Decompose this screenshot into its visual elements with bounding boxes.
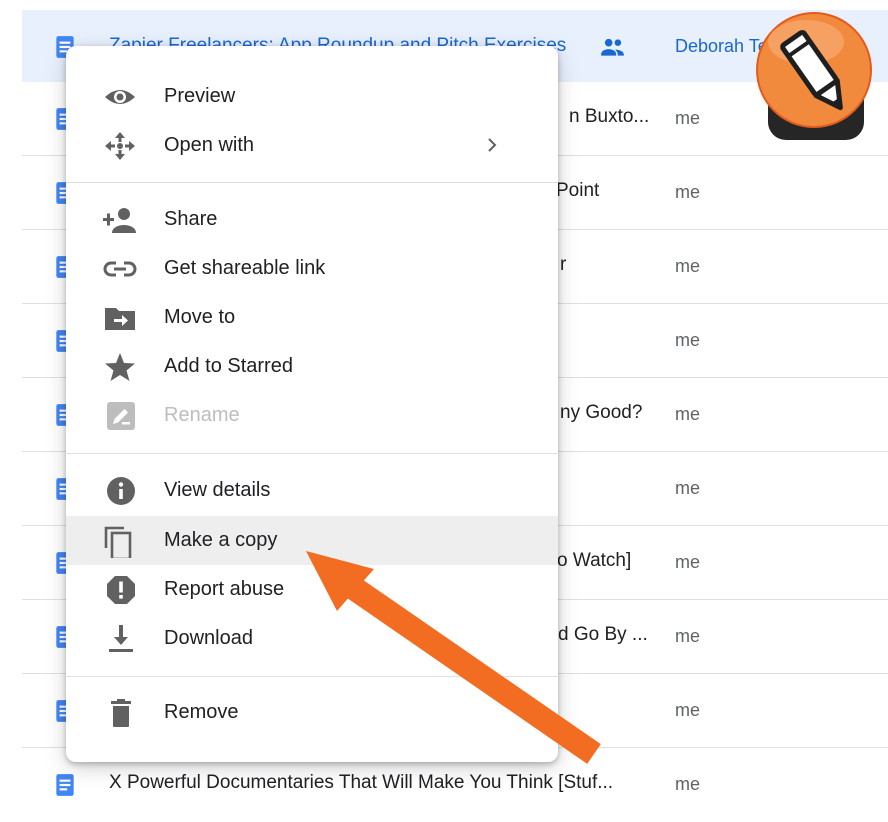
menu-item-view-details[interactable]: View details (66, 466, 558, 515)
file-name: ny Good? (560, 402, 643, 423)
menu-divider (66, 182, 558, 183)
file-name: X Powerful Documentaries That Will Make … (109, 772, 614, 793)
menu-item-preview[interactable]: Preview (66, 72, 558, 121)
file-name: Point (556, 180, 600, 201)
copy-icon (104, 526, 132, 558)
menu-item-rename[interactable]: Rename (66, 391, 558, 440)
google-docs-icon (56, 774, 74, 796)
file-name: n Buxto... (569, 106, 650, 127)
menu-item-get-link[interactable]: Get shareable link (66, 244, 558, 293)
menu-label: Make a copy (164, 529, 278, 551)
menu-label: View details (164, 479, 271, 501)
eye-icon (105, 90, 135, 104)
chevron-right-icon (488, 138, 497, 152)
file-owner: me (675, 404, 701, 424)
file-owner: me (675, 478, 701, 498)
file-owner: me (675, 330, 701, 350)
report-icon (107, 576, 135, 604)
shared-people-icon (601, 38, 624, 56)
download-icon (109, 625, 133, 652)
context-menu: Preview Open with Share Get shareable li… (66, 46, 558, 762)
menu-divider (66, 676, 558, 677)
menu-item-add-starred[interactable]: Add to Starred (66, 342, 558, 391)
menu-item-remove[interactable]: Remove (66, 688, 558, 737)
file-owner: me (675, 256, 701, 276)
link-icon (103, 261, 137, 277)
menu-label: Download (164, 627, 253, 649)
menu-label: Preview (164, 85, 236, 107)
menu-label: Rename (164, 404, 240, 426)
move-arrows-icon (105, 132, 135, 160)
folder-move-icon (105, 308, 135, 330)
menu-label: Add to Starred (164, 355, 293, 377)
file-owner: me (675, 626, 701, 646)
trash-icon (111, 699, 131, 727)
menu-item-move-to[interactable]: Move to (66, 293, 558, 342)
file-owner: me (675, 108, 701, 128)
file-owner: me (675, 774, 701, 794)
menu-label: Share (164, 208, 218, 230)
menu-item-make-copy[interactable]: Make a copy (66, 516, 558, 565)
file-owner: me (675, 700, 701, 720)
menu-divider (66, 453, 558, 454)
file-name: r (560, 254, 567, 275)
pencil-logo-icon (756, 12, 872, 140)
menu-label: Remove (164, 701, 239, 723)
menu-item-share[interactable]: Share (66, 195, 558, 244)
menu-label: Open with (164, 134, 255, 156)
edit-icon (107, 402, 135, 430)
add-person-icon (103, 208, 136, 233)
menu-item-download[interactable]: Download (66, 614, 558, 663)
menu-label: Get shareable link (164, 257, 326, 279)
info-icon (107, 477, 135, 505)
file-name: d Go By ... (558, 624, 648, 645)
star-icon (105, 353, 135, 381)
file-owner: me (675, 552, 701, 572)
file-name: o Watch] (557, 550, 632, 571)
file-owner: me (675, 182, 701, 202)
menu-label: Report abuse (164, 578, 285, 600)
menu-item-report-abuse[interactable]: Report abuse (66, 565, 558, 614)
menu-label: Move to (164, 306, 236, 328)
menu-item-open-with[interactable]: Open with (66, 121, 558, 170)
